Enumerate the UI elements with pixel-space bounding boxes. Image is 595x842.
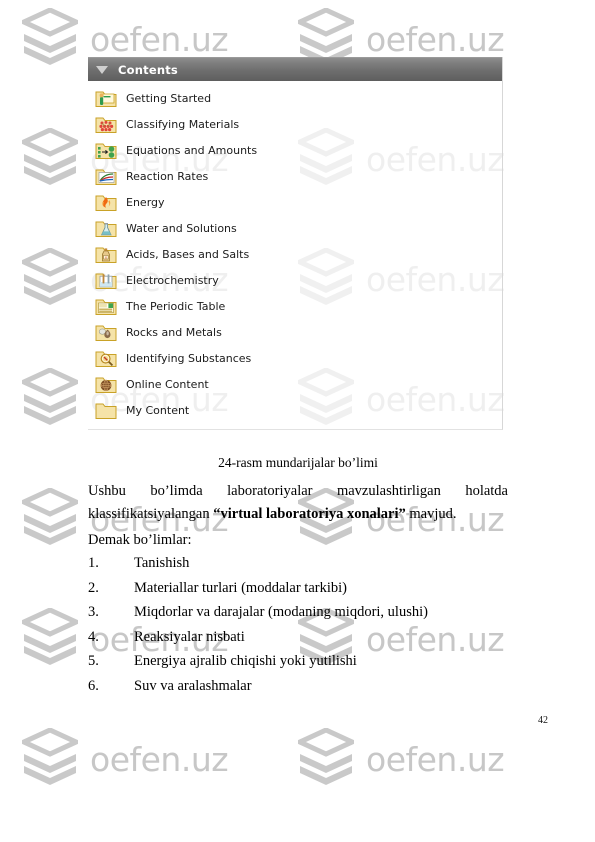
section-list-text: Suv va aralashmalar bbox=[134, 677, 252, 694]
contents-item-online-content[interactable]: Online Content bbox=[88, 371, 502, 397]
contents-panel: Contents Getting Started Classifying Mat… bbox=[88, 57, 503, 430]
section-list-item: 1. Tanishish bbox=[88, 556, 508, 571]
contents-item-reaction-rates[interactable]: Reaction Rates bbox=[88, 163, 502, 189]
contents-item-label: Rocks and Metals bbox=[126, 325, 222, 339]
document-body: 24-rasm mundarijalar bo’limi Ushbu bo’li… bbox=[88, 455, 508, 703]
sections-numbered-list: 1. Tanishish 2. Materiallar turlari (moddal… bbox=[88, 556, 508, 693]
watermark-text: oefen.uz bbox=[366, 19, 505, 59]
contents-item-label: Identifying Substances bbox=[126, 351, 252, 365]
section-list-item: 6. Suv va aralashmalar bbox=[88, 679, 508, 694]
stacked-layers-logo-icon bbox=[22, 728, 78, 785]
contents-item-the-periodic-table[interactable]: The Periodic Table bbox=[88, 293, 502, 319]
stacked-layers-logo-icon bbox=[22, 608, 78, 665]
folder-classifying-materials-icon bbox=[95, 117, 117, 133]
section-list-number: 1. bbox=[88, 555, 99, 572]
watermark-text: oefen.uz bbox=[90, 19, 229, 59]
contents-item-equations-and-amounts[interactable]: Equations and Amounts bbox=[88, 137, 502, 163]
contents-item-my-content[interactable]: My Content bbox=[88, 397, 502, 423]
contents-item-rocks-and-metals[interactable]: Rocks and Metals bbox=[88, 319, 502, 345]
contents-item-label: Energy bbox=[126, 195, 165, 209]
stacked-layers-logo-icon bbox=[22, 248, 78, 305]
contents-item-label: Electrochemistry bbox=[126, 273, 219, 287]
folder-getting-started-icon bbox=[95, 91, 117, 107]
section-list-item: 2. Materiallar turlari (moddalar tarkibi) bbox=[88, 581, 508, 596]
contents-panel-title: Contents bbox=[118, 62, 178, 77]
contents-item-label: Getting Started bbox=[126, 91, 212, 105]
folder-water-flask-icon bbox=[95, 221, 117, 237]
section-list-text: Reaksiyalar nisbati bbox=[134, 628, 245, 645]
section-list-item: 3. Miqdorlar va darajalar (modaning miqdo… bbox=[88, 605, 508, 620]
stacked-layers-logo-icon bbox=[22, 368, 78, 425]
intro-paragraph: Ushbu bo’limda laboratoriyalar mavzulash… bbox=[88, 480, 508, 527]
section-list-text: Energiya ajralib chiqishi yoki yutilishi bbox=[134, 653, 357, 670]
folder-rocks-metals-icon bbox=[95, 325, 117, 341]
section-list-item: 5. Energiya ajralib chiqishi yoki yutilis… bbox=[88, 654, 508, 669]
section-list-number: 2. bbox=[88, 579, 99, 596]
section-list-text: Tanishish bbox=[134, 555, 190, 572]
section-list-text: Miqdorlar va darajalar (modaning miqdori… bbox=[134, 604, 428, 621]
stacked-layers-logo-icon bbox=[22, 488, 78, 545]
section-list-number: 6. bbox=[88, 677, 99, 694]
sections-lead-in: Demak bo’limlar: bbox=[88, 531, 192, 548]
intro-paragraph-bold-term: “virtual laboratoriya xonalari” bbox=[213, 506, 406, 523]
section-list-number: 5. bbox=[88, 653, 99, 670]
contents-item-label: Reaction Rates bbox=[126, 169, 209, 183]
contents-item-label: My Content bbox=[126, 403, 190, 417]
page-number: 42 bbox=[538, 715, 548, 726]
contents-item-energy[interactable]: Energy bbox=[88, 189, 502, 215]
contents-item-electrochemistry[interactable]: Electrochemistry bbox=[88, 267, 502, 293]
watermark-tile: oefen.uz bbox=[22, 728, 229, 790]
folder-plain-icon bbox=[95, 403, 117, 419]
watermark-text: oefen.uz bbox=[366, 739, 505, 779]
folder-globe-icon bbox=[95, 377, 117, 393]
folder-acid-bottle-icon: x bbox=[95, 247, 117, 263]
intro-paragraph-tail: mavjud. bbox=[405, 506, 457, 523]
section-list-text: Materiallar turlari (moddalar tarkibi) bbox=[134, 579, 347, 596]
section-list-number: 3. bbox=[88, 604, 99, 621]
watermark-tile: oefen.uz bbox=[298, 728, 505, 790]
contents-item-label: Acids, Bases and Salts bbox=[126, 247, 250, 261]
contents-list: Getting Started Classifying Materials Eq… bbox=[88, 81, 502, 429]
folder-equations-amounts-icon bbox=[95, 143, 117, 159]
section-list-number: 4. bbox=[88, 628, 99, 645]
contents-item-identifying-substances[interactable]: Identifying Substances bbox=[88, 345, 502, 371]
watermark-text: oefen.uz bbox=[90, 739, 229, 779]
contents-panel-header[interactable]: Contents bbox=[88, 57, 502, 81]
contents-item-label: Water and Solutions bbox=[126, 221, 237, 235]
folder-reaction-rates-icon bbox=[95, 169, 117, 185]
triangle-down-icon[interactable] bbox=[96, 65, 108, 74]
stacked-layers-logo-icon bbox=[22, 8, 78, 65]
stacked-layers-logo-icon bbox=[298, 728, 354, 785]
contents-item-water-and-solutions[interactable]: Water and Solutions bbox=[88, 215, 502, 241]
folder-electrochemistry-icon bbox=[95, 273, 117, 289]
contents-item-acids-bases-and-salts[interactable]: x Acids, Bases and Salts bbox=[88, 241, 502, 267]
contents-item-classifying-materials[interactable]: Classifying Materials bbox=[88, 111, 502, 137]
stacked-layers-logo-icon bbox=[22, 128, 78, 185]
folder-energy-flame-icon bbox=[95, 195, 117, 211]
folder-magnifier-icon bbox=[95, 351, 117, 367]
folder-periodic-table-icon bbox=[95, 299, 117, 315]
section-list-item: 4. Reaksiyalar nisbati bbox=[88, 630, 508, 645]
contents-item-label: Classifying Materials bbox=[126, 117, 240, 131]
contents-item-label: The Periodic Table bbox=[126, 299, 226, 313]
contents-item-label: Equations and Amounts bbox=[126, 143, 258, 157]
figure-caption: 24-rasm mundarijalar bo’limi bbox=[218, 455, 378, 470]
contents-item-getting-started[interactable]: Getting Started bbox=[88, 85, 502, 111]
contents-item-label: Online Content bbox=[126, 377, 209, 391]
